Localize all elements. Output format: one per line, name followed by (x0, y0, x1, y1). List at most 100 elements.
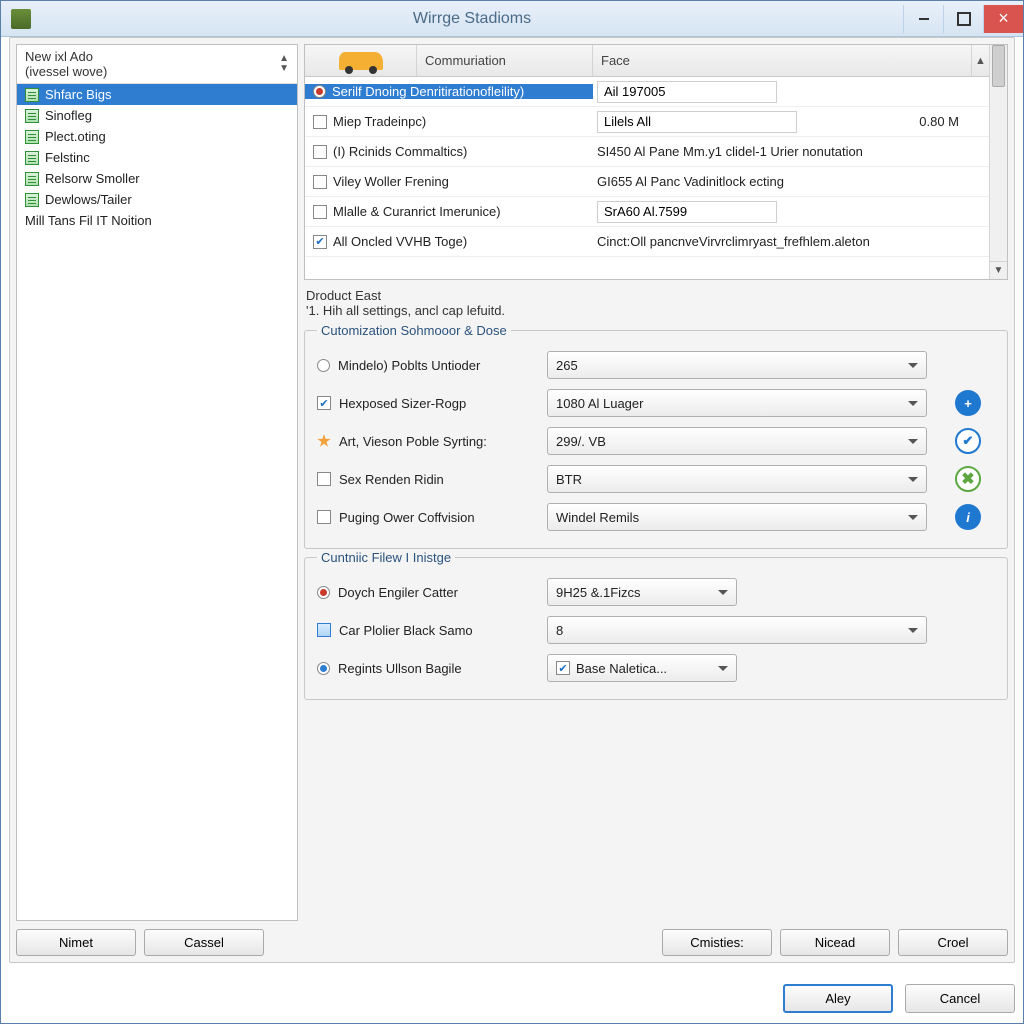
info-icon[interactable]: i (955, 504, 981, 530)
delete-icon[interactable]: ✖ (955, 466, 981, 492)
star-icon[interactable] (317, 434, 331, 448)
app-icon (11, 9, 31, 29)
checkbox[interactable] (313, 115, 327, 129)
grid-row-input[interactable] (597, 81, 777, 103)
dialog-footer: Aley Cancel (9, 984, 1015, 1013)
grid-scrollbar[interactable]: ▼ (989, 45, 1007, 279)
sidebar: New ixl Ado (ivessel wove) ▲▼ Shfarc Big… (16, 44, 298, 921)
checkbox[interactable] (317, 472, 331, 486)
sidebar-btn-cassel[interactable]: Cassel (144, 929, 264, 956)
window-title: Wirrge Stadioms (41, 10, 903, 28)
sidebar-item[interactable]: Relsorw Smoller (17, 168, 297, 189)
minimize-button[interactable] (903, 5, 943, 33)
grid-row-label: (I) Rcinids Commaltics) (333, 144, 467, 159)
desc-sub: '1. Hih all settings, ancl cap lefuitd. (306, 303, 1006, 318)
grid-header: Commuriation Face ▲ (305, 45, 989, 77)
sidebar-btn-nimet[interactable]: Nimet (16, 929, 136, 956)
checkbox[interactable] (313, 145, 327, 159)
grid: Commuriation Face ▲ Serilf Dnoing Denrit… (305, 45, 989, 279)
radio[interactable] (317, 359, 330, 372)
grid-row[interactable]: (I) Rcinids Commaltics) SI450 Al Pane Mm.… (305, 137, 989, 167)
ok-button[interactable]: Aley (783, 984, 893, 1013)
option-label: Sex Renden Ridin (339, 472, 444, 487)
sidebar-item-label: Sinofleg (45, 108, 92, 123)
option-label: Doych Engiler Catter (338, 585, 458, 600)
checkbox[interactable] (313, 175, 327, 189)
checkbox[interactable] (313, 235, 327, 249)
grid-row-input[interactable] (597, 111, 797, 133)
group2-legend: Cuntniic Filew I Inistge (317, 550, 455, 565)
scroll-up-icon[interactable]: ▲ (971, 45, 989, 76)
radio[interactable] (317, 586, 330, 599)
radio-icon[interactable] (313, 85, 326, 98)
grid-header-col3[interactable]: Face (593, 45, 971, 76)
list-icon (25, 109, 39, 123)
sidebar-item-label: Relsorw Smoller (45, 171, 140, 186)
checkbox[interactable] (317, 396, 331, 410)
maximize-button[interactable] (943, 5, 983, 33)
option-row: Mindelo) Poblts Untioder 265 (317, 346, 995, 384)
option-label: Car Plolier Black Samo (339, 623, 473, 638)
option-row: Doych Engiler Catter 9H25 &.1Fizcs (317, 573, 995, 611)
group1-legend: Cutomization Sohmooor & Dose (317, 323, 511, 338)
grid-row-input[interactable] (597, 201, 777, 223)
grid-header-col2[interactable]: Commuriation (417, 45, 593, 76)
grid-row[interactable]: Mlalle & Curanrict Imerunice) (305, 197, 989, 227)
option-select[interactable]: 1080 Al Luager (547, 389, 927, 417)
top-grid: Commuriation Face ▲ Serilf Dnoing Denrit… (304, 44, 1008, 280)
option-label: Mindelo) Poblts Untioder (338, 358, 480, 373)
grid-row-value: GI655 Al Panc Vadinitlock ecting (597, 174, 784, 189)
scroll-thumb[interactable] (992, 45, 1005, 87)
option-select[interactable]: 299/. VB (547, 427, 927, 455)
add-icon[interactable]: + (955, 390, 981, 416)
close-button[interactable]: × (983, 5, 1023, 33)
description-block: Droduct East '1. Hih all settings, ancl … (304, 284, 1008, 322)
scroll-down-icon[interactable]: ▼ (990, 261, 1007, 279)
check-icon[interactable]: ✔ (955, 428, 981, 454)
option-select[interactable]: BTR (547, 465, 927, 493)
sidebar-item[interactable]: Felstinc (17, 147, 297, 168)
grid-row[interactable]: Serilf Dnoing Denritirationofleility) (305, 77, 989, 107)
inner-button-bar: Nimet Cassel Cmisties: Nicead Croel (16, 929, 1008, 956)
checkbox[interactable] (313, 205, 327, 219)
grid-row[interactable]: All Oncled VVHB Toge)Cinct:Oll pancnveVi… (305, 227, 989, 257)
main-btn-cmisties[interactable]: Cmisties: (662, 929, 772, 956)
sidebar-item[interactable]: Plect.oting (17, 126, 297, 147)
option-row: Hexposed Sizer-Rogp1080 Al Luager+ (317, 384, 995, 422)
list-icon (25, 193, 39, 207)
grid-row-value: SI450 Al Pane Mm.y1 clidel-1 Urier nonut… (597, 144, 863, 159)
grid-row-value: Cinct:Oll pancnveVirvrclimryast_frefhlem… (597, 234, 870, 249)
grid-row-label: Serilf Dnoing Denritirationofleility) (332, 84, 524, 99)
option-label: Puging Ower Coffvision (339, 510, 475, 525)
option-select[interactable]: 265 (547, 351, 927, 379)
option-row: Sex Renden Ridin BTR ✖ (317, 460, 995, 498)
radio[interactable] (317, 662, 330, 675)
main-panes: New ixl Ado (ivessel wove) ▲▼ Shfarc Big… (16, 44, 1008, 921)
scroll-track[interactable] (990, 45, 1007, 261)
car-icon (339, 52, 383, 70)
grid-row-label: Miep Tradeinpc) (333, 114, 426, 129)
option-select[interactable]: 9H25 &.1Fizcs (547, 578, 737, 606)
titlebar: Wirrge Stadioms × (1, 1, 1023, 37)
grid-row[interactable]: Miep Tradeinpc)0.80 M (305, 107, 989, 137)
sidebar-item[interactable]: Dewlows/Tailer (17, 189, 297, 210)
sidebar-item[interactable]: Mill Tans Fil IT Noition (17, 210, 297, 231)
square-icon[interactable] (317, 623, 331, 637)
checkbox[interactable] (556, 661, 570, 675)
option-select[interactable]: 8 (547, 616, 927, 644)
group-cuntniic: Cuntniic Filew I Inistge Doych Engiler C… (304, 557, 1008, 700)
main-btn-nicead[interactable]: Nicead (780, 929, 890, 956)
checkbox[interactable] (317, 510, 331, 524)
option-select[interactable]: Base Naletica... (547, 654, 737, 682)
option-row: Car Plolier Black Samo 8 (317, 611, 995, 649)
cancel-button[interactable]: Cancel (905, 984, 1015, 1013)
sidebar-item[interactable]: Sinofleg (17, 105, 297, 126)
grid-row[interactable]: Viley Woller FreningGI655 Al Panc Vadini… (305, 167, 989, 197)
list-icon (25, 172, 39, 186)
chevron-updown-icon[interactable]: ▲▼ (279, 54, 289, 74)
main-btn-croel[interactable]: Croel (898, 929, 1008, 956)
sidebar-header[interactable]: New ixl Ado (ivessel wove) ▲▼ (17, 45, 297, 84)
sidebar-item[interactable]: Shfarc Bigs (17, 84, 297, 105)
option-select[interactable]: Windel Remils (547, 503, 927, 531)
desc-title: Droduct East (306, 288, 1006, 303)
